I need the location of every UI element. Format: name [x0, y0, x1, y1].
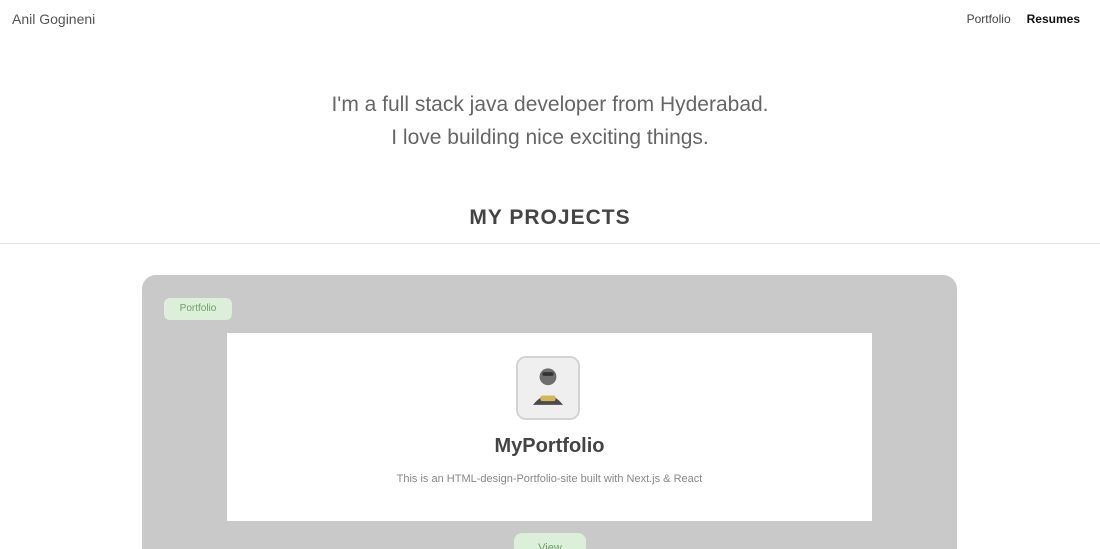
site-brand[interactable]: Anil Gogineni — [12, 11, 95, 27]
top-navigation: Anil Gogineni Portfolio Resumes — [0, 0, 1100, 40]
portfolio-page: Anil Gogineni Portfolio Resumes I'm a fu… — [0, 0, 1100, 549]
project-card: Portfolio MyPortfolio This is an HTML-de… — [142, 275, 957, 549]
nav-link-portfolio[interactable]: Portfolio — [967, 12, 1011, 26]
nav-link-resumes[interactable]: Resumes — [1027, 12, 1080, 26]
avatar-icon — [516, 356, 580, 420]
project-name: MyPortfolio — [494, 435, 605, 457]
projects-section-title: MY PROJECTS — [469, 206, 631, 229]
project-tag: Portfolio — [164, 298, 232, 320]
hero-intro: I'm a full stack java developer from Hyd… — [0, 88, 1100, 154]
section-divider — [0, 243, 1100, 244]
main-nav: Portfolio Resumes — [967, 12, 1080, 26]
hero-line-1: I'm a full stack java developer from Hyd… — [331, 93, 769, 116]
project-description: This is an HTML-design-Portfolio-site bu… — [396, 473, 703, 485]
hero-line-2: I love building nice exciting things. — [391, 126, 709, 149]
project-preview: MyPortfolio This is an HTML-design-Portf… — [227, 333, 872, 521]
view-project-button[interactable]: View — [514, 533, 586, 549]
